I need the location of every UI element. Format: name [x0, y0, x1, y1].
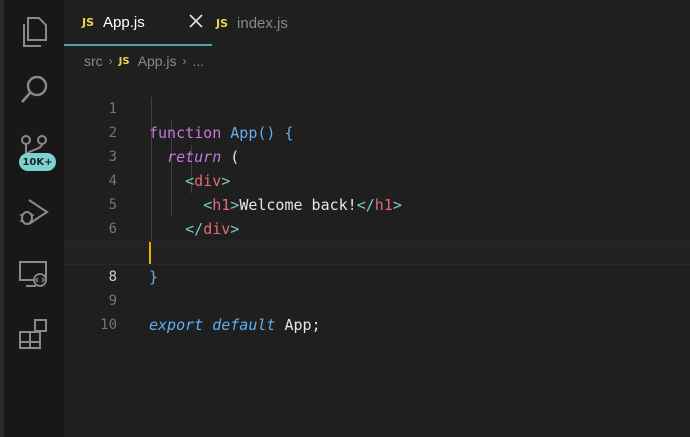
- activity-bar: 10K+: [4, 0, 64, 437]
- tab-label: App.js: [103, 13, 145, 31]
- tab-app-js[interactable]: JS App.js: [64, 0, 212, 46]
- identifier: App: [284, 316, 312, 334]
- code-editor[interactable]: 1 function App() { 2 return ( 3 <div> 4 …: [64, 73, 690, 334]
- line-number: 10: [100, 317, 117, 333]
- punctuation: ;: [311, 316, 321, 334]
- keyword: default: [212, 316, 276, 334]
- code-line: 4 <h1>Welcome back!</h1>: [64, 145, 690, 214]
- breadcrumb: src › JS App.js › ...: [84, 51, 204, 71]
- search-icon[interactable]: [18, 74, 50, 106]
- chevron-right-icon: ›: [182, 54, 187, 68]
- keyword: export: [149, 316, 204, 334]
- js-file-icon: JS: [118, 55, 130, 67]
- breadcrumb-more[interactable]: ...: [193, 53, 205, 69]
- explorer-icon[interactable]: [18, 16, 50, 48]
- text-cursor: [149, 242, 151, 264]
- breadcrumb-file[interactable]: App.js: [138, 53, 177, 69]
- vscode-window: 10K+ JS App.js JS index.js src › JS App.…: [0, 0, 690, 437]
- tab-index-js[interactable]: JS index.js: [216, 0, 336, 46]
- breadcrumb-folder[interactable]: src: [84, 53, 103, 69]
- editor-area: JS App.js JS index.js src › JS App.js › …: [64, 0, 690, 437]
- code-line: 1 function App() {: [64, 73, 690, 142]
- tab-label: index.js: [237, 14, 288, 32]
- code-line: 10: [64, 289, 690, 333]
- code-line: 6 );: [64, 193, 690, 262]
- code-line: 2 return (: [64, 97, 690, 166]
- current-line: 8: [64, 241, 690, 285]
- run-debug-icon[interactable]: [18, 196, 50, 228]
- chevron-right-icon: ›: [108, 54, 113, 68]
- code-line: 3 <div>: [64, 121, 690, 190]
- js-file-icon: JS: [216, 16, 229, 30]
- source-control-badge: 10K+: [19, 153, 56, 171]
- remote-explorer-icon[interactable]: [18, 258, 50, 290]
- code-line: 9 export default App;: [64, 265, 690, 334]
- tab-bar: JS App.js JS index.js: [64, 0, 690, 46]
- close-icon[interactable]: [188, 13, 204, 29]
- extensions-icon[interactable]: [18, 318, 50, 350]
- code-line: 7 }: [64, 217, 690, 286]
- js-file-icon: JS: [82, 15, 95, 29]
- code-line: 5 </div>: [64, 169, 690, 238]
